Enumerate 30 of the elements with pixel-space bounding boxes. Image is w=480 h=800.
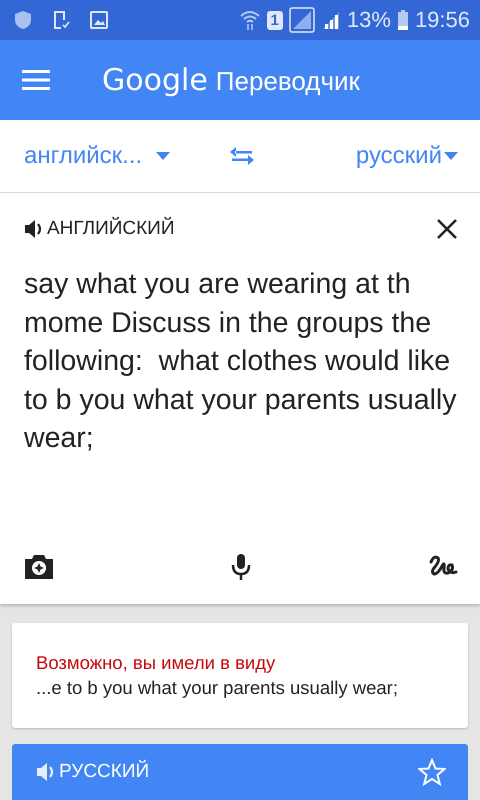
image-icon [90,11,108,29]
wifi-icon [238,9,261,31]
listen-button[interactable]: АНГЛИЙСКИЙ [24,218,174,240]
logo: Google [102,62,208,98]
swap-icon[interactable] [228,146,256,166]
menu-icon[interactable] [22,70,50,90]
input-field[interactable]: say what you are wearing at th mome Discuss in the groups the following: what clothes would like to b you what your parents usually wear; [24,265,458,536]
app-title: Переводчик [216,66,360,96]
close-icon[interactable] [436,218,458,240]
signal-icon [320,10,341,30]
battery-level: 13% [346,7,391,33]
suggestion-text: ...e to b you what your parents usually wear; [36,676,399,700]
speaker-icon [36,762,54,782]
battery-icon [396,10,409,30]
shield-icon [14,10,32,30]
tablet-check-icon [52,10,70,30]
caret-icon [156,152,170,160]
signal-icon [288,7,315,33]
caret-icon [444,152,458,160]
source-language-dropdown[interactable]: английск... [24,142,170,170]
star-icon[interactable] [418,758,446,786]
target-language-dropdown[interactable]: русский [356,142,458,170]
suggestion-card[interactable]: Возможно, вы имели в виду ...e to b you what your parents usually wear; [12,623,468,728]
speaker-icon [24,219,42,239]
sim-badge: 1 [266,10,283,30]
microphone-icon[interactable] [230,553,252,581]
listen-button[interactable]: РУССКИЙ [36,761,150,783]
clock: 19:56 [414,7,470,33]
camera-icon[interactable] [24,554,54,580]
suggestion-heading: Возможно, вы имели в виду [36,651,276,675]
